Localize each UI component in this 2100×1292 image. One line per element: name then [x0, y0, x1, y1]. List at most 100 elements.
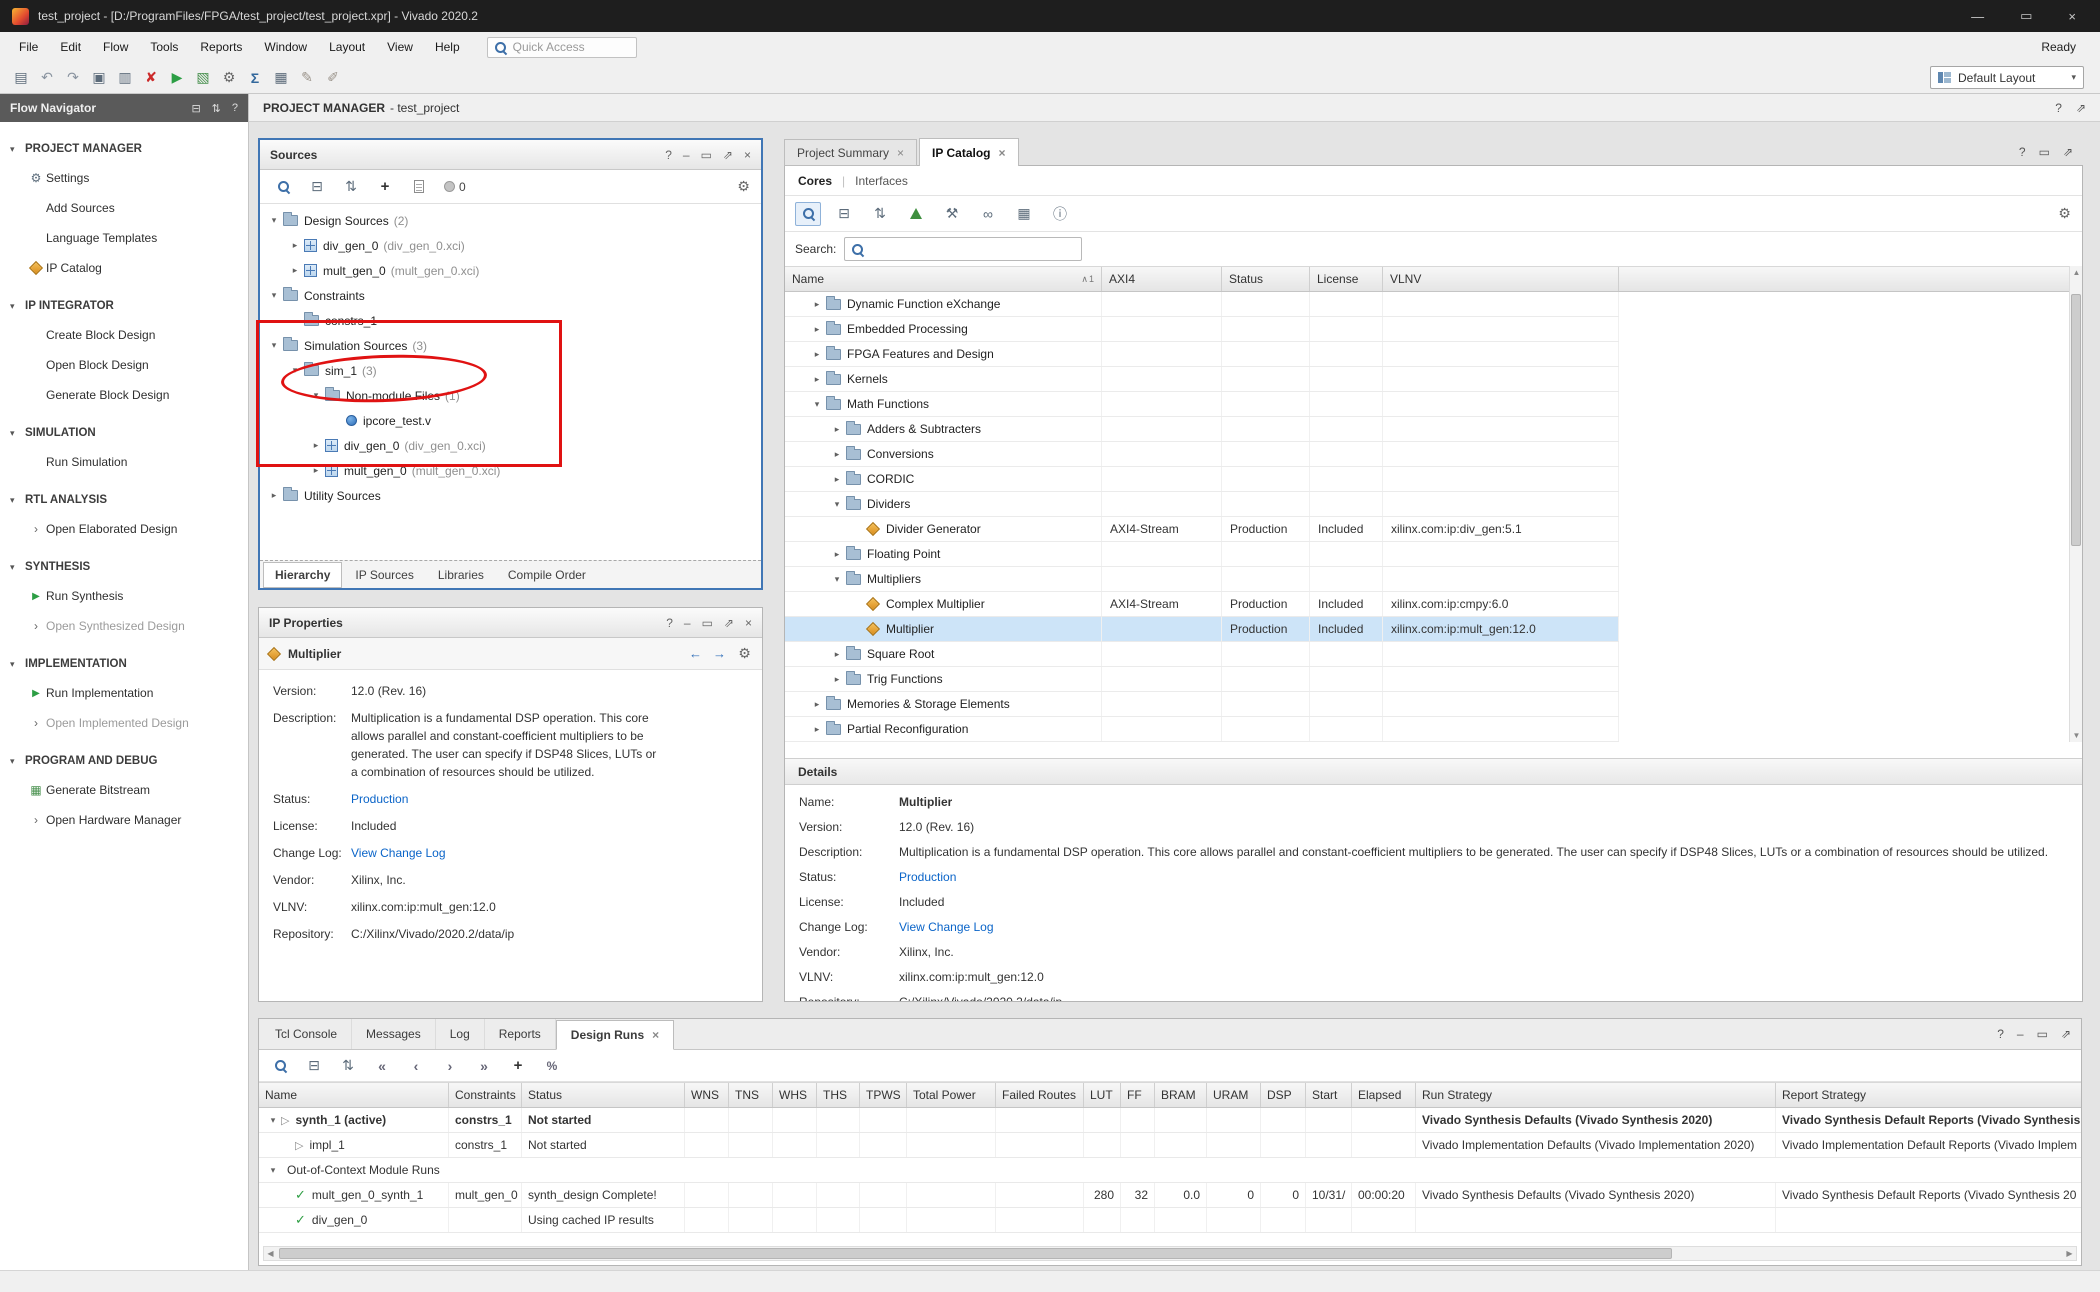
collapse-all-icon[interactable]: ⊟ [191, 102, 200, 115]
help-icon[interactable]: ? [2055, 101, 2062, 115]
maximize-icon[interactable]: ▭ [2037, 1027, 2048, 1041]
property-value[interactable]: Production [351, 790, 408, 808]
column-header-axi4[interactable]: AXI4 [1102, 267, 1222, 291]
menu-reports[interactable]: Reports [189, 32, 253, 62]
sources-tab-ip-sources[interactable]: IP Sources [344, 563, 424, 587]
expander-icon[interactable]: ▸ [829, 449, 845, 460]
menu-edit[interactable]: Edit [49, 32, 92, 62]
scroll-up-icon[interactable]: ▲ [2070, 268, 2083, 277]
flow-item-create-block-design[interactable]: Create Block Design [0, 320, 248, 350]
flow-item-open-implemented-design[interactable]: ›Open Implemented Design [0, 708, 248, 738]
expand-icon[interactable]: ⇅ [338, 175, 364, 199]
catalog-ip-row[interactable]: Complex MultiplierAXI4-StreamProductionI… [785, 592, 1619, 617]
column-header-tpws[interactable]: TPWS [860, 1083, 907, 1107]
quick-access-search[interactable]: Quick Access [487, 37, 637, 58]
maximize-button[interactable]: ▭ [2020, 8, 2032, 24]
expander-icon[interactable]: ▸ [809, 374, 825, 385]
run-row-out-of-context-module-runs[interactable]: ▾Out-of-Context Module Runs [259, 1158, 2082, 1183]
close-tab-icon[interactable]: × [652, 1028, 659, 1042]
minimize-icon[interactable]: – [684, 616, 691, 630]
tab-design-runs[interactable]: Design Runs× [556, 1020, 674, 1050]
paste-icon[interactable]: ▥ [112, 66, 138, 90]
sources-tab-libraries[interactable]: Libraries [427, 563, 495, 587]
expander-icon[interactable]: ▸ [829, 649, 845, 660]
expander-icon[interactable]: ▾ [829, 574, 845, 585]
info-icon[interactable]: ⓘ [1047, 202, 1073, 226]
flow-item-settings[interactable]: ⚙Settings [0, 163, 248, 193]
flow-section-project-manager[interactable]: ▾PROJECT MANAGER [0, 135, 248, 163]
last-icon[interactable]: » [471, 1054, 497, 1078]
sources-tab-compile-order[interactable]: Compile Order [497, 563, 597, 587]
close-tab-icon[interactable]: × [999, 146, 1006, 160]
help-icon[interactable]: ? [665, 148, 672, 162]
expander-icon[interactable]: ▾ [266, 290, 282, 301]
catalog-category-row[interactable]: ▸CORDIC [785, 467, 1619, 492]
float-icon[interactable]: ⇗ [2063, 145, 2073, 159]
tree-item-utility-sources[interactable]: ▸Utility Sources [260, 483, 761, 508]
float-icon[interactable]: ⇗ [723, 148, 733, 162]
scroll-right-icon[interactable]: ▶ [2063, 1249, 2076, 1258]
menu-window[interactable]: Window [253, 32, 318, 62]
forward-icon[interactable]: → [713, 646, 726, 661]
flow-section-synthesis[interactable]: ▾SYNTHESIS [0, 553, 248, 581]
column-header-ff[interactable]: FF [1121, 1083, 1155, 1107]
gear-icon[interactable]: ⚙ [216, 66, 242, 90]
catalog-category-row[interactable]: ▸Trig Functions [785, 667, 1619, 692]
catalog-category-row[interactable]: ▸FPGA Features and Design [785, 342, 1619, 367]
prev-icon[interactable]: ‹ [403, 1054, 429, 1078]
redo-icon[interactable]: ↷ [60, 66, 86, 90]
subtab-interfaces[interactable]: Interfaces [855, 174, 908, 188]
property-value[interactable]: View Change Log [351, 844, 446, 862]
layout-icon[interactable]: ▦ [268, 66, 294, 90]
expander-icon[interactable]: ▸ [829, 549, 845, 560]
run-row-synth-1-active[interactable]: ▾▷synth_1 (active)constrs_1Not startedVi… [259, 1108, 2082, 1133]
cancel-icon[interactable]: ✘ [138, 66, 164, 90]
settings-gear-icon[interactable]: ⚙ [736, 178, 751, 195]
back-icon[interactable]: ← [689, 646, 702, 661]
flow-item-language-templates[interactable]: Language Templates [0, 223, 248, 253]
menu-flow[interactable]: Flow [92, 32, 139, 62]
minimize-button[interactable]: — [1971, 9, 1984, 24]
column-header-bram[interactable]: BRAM [1155, 1083, 1207, 1107]
column-header-license[interactable]: License [1310, 267, 1383, 291]
next-icon[interactable]: › [437, 1054, 463, 1078]
flow-section-program-and-debug[interactable]: ▾PROGRAM AND DEBUG [0, 747, 248, 775]
help-icon[interactable]: ? [1997, 1027, 2004, 1041]
catalog-category-row[interactable]: ▸Adders & Subtracters [785, 417, 1619, 442]
column-header-lut[interactable]: LUT [1084, 1083, 1121, 1107]
catalog-category-row[interactable]: ▸Dynamic Function eXchange [785, 292, 1619, 317]
tab-messages[interactable]: Messages [352, 1019, 436, 1049]
vertical-scrollbar[interactable]: ▲ ▼ [2069, 266, 2082, 742]
column-header-ths[interactable]: THS [817, 1083, 860, 1107]
column-header-total-power[interactable]: Total Power [907, 1083, 996, 1107]
save-icon[interactable]: ▣ [86, 66, 112, 90]
flow-section-ip-integrator[interactable]: ▾IP INTEGRATOR [0, 292, 248, 320]
file-icon[interactable] [406, 175, 432, 199]
tree-item-constraints[interactable]: ▾Constraints [260, 283, 761, 308]
search-icon[interactable] [267, 1054, 293, 1078]
column-header-vlnv[interactable]: VLNV [1383, 267, 1619, 291]
add-icon[interactable]: + [505, 1054, 531, 1078]
minimize-icon[interactable]: – [2017, 1027, 2024, 1041]
catalog-category-row[interactable]: ▾Dividers [785, 492, 1619, 517]
scroll-left-icon[interactable]: ◀ [264, 1249, 277, 1258]
column-header-status[interactable]: Status [522, 1083, 685, 1107]
tree-item-div-gen-0[interactable]: ▸div_gen_0(div_gen_0.xci) [260, 233, 761, 258]
expander-icon[interactable]: ▸ [829, 424, 845, 435]
reports-icon[interactable]: ▧ [190, 66, 216, 90]
column-header-report-strategy[interactable]: Report Strategy [1776, 1083, 2082, 1107]
draw-icon[interactable]: ✐ [320, 66, 346, 90]
catalog-category-row[interactable]: ▸Floating Point [785, 542, 1619, 567]
scrollbar-thumb[interactable] [2071, 294, 2081, 546]
scrollbar-track[interactable] [277, 1247, 2063, 1260]
expander-icon[interactable]: ▸ [287, 265, 303, 276]
catalog-category-row[interactable]: ▾Multipliers [785, 567, 1619, 592]
flow-item-ip-catalog[interactable]: IP Catalog [0, 253, 248, 283]
expander-icon[interactable]: ▸ [809, 724, 825, 735]
sources-tab-hierarchy[interactable]: Hierarchy [263, 562, 342, 588]
catalog-category-row[interactable]: ▸Conversions [785, 442, 1619, 467]
menu-view[interactable]: View [376, 32, 424, 62]
expander-icon[interactable]: ▸ [809, 299, 825, 310]
tree-item-mult-gen-0[interactable]: ▸mult_gen_0(mult_gen_0.xci) [260, 258, 761, 283]
expander-icon[interactable]: ▸ [287, 240, 303, 251]
